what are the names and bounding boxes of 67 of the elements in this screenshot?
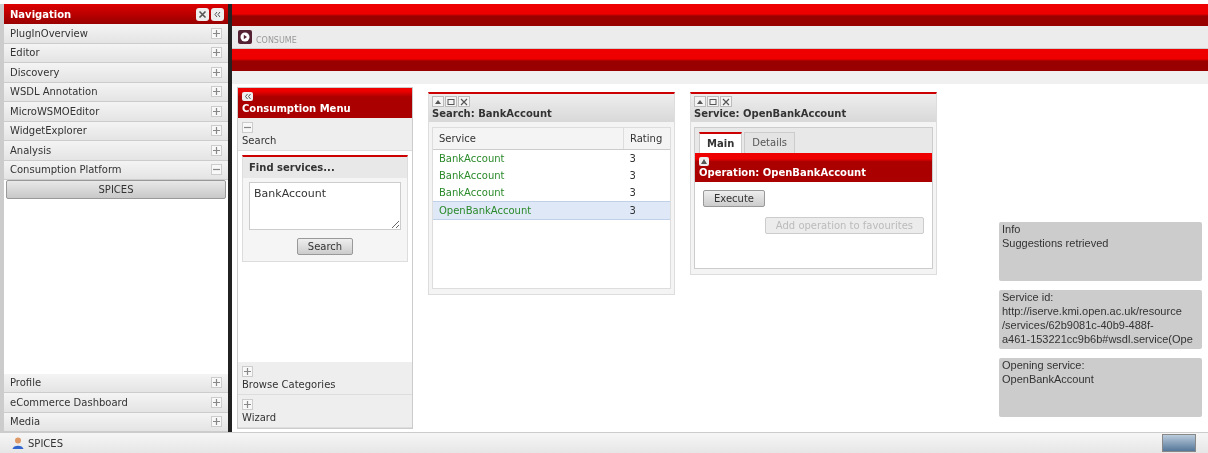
notification: Opening service: OpenBankAccount bbox=[999, 358, 1202, 417]
close-icon[interactable] bbox=[458, 96, 470, 107]
table-cell: 3 bbox=[623, 149, 670, 167]
expand-icon[interactable] bbox=[211, 27, 222, 39]
menu-title: Consumption Menu bbox=[242, 103, 352, 114]
close-icon[interactable] bbox=[720, 96, 732, 107]
expand-icon[interactable] bbox=[211, 125, 222, 137]
section-title: Search bbox=[242, 135, 278, 146]
collapse-icon[interactable] bbox=[242, 92, 253, 101]
nav-item[interactable]: Analysis bbox=[4, 141, 228, 161]
collapse-icon[interactable] bbox=[242, 122, 253, 133]
play-icon[interactable] bbox=[238, 30, 252, 44]
expand-icon[interactable] bbox=[211, 416, 222, 428]
expand-icon[interactable] bbox=[211, 66, 222, 78]
panel-title: Navigation bbox=[10, 8, 72, 20]
nav-item[interactable]: Discovery bbox=[4, 63, 228, 83]
collapse-icon[interactable] bbox=[432, 96, 444, 107]
expand-icon[interactable] bbox=[211, 86, 222, 98]
nav-item[interactable]: Editor bbox=[4, 43, 228, 63]
expand-icon[interactable] bbox=[211, 105, 222, 117]
column-header[interactable]: Service bbox=[433, 128, 624, 150]
expand-icon[interactable] bbox=[211, 377, 222, 389]
service-link[interactable]: BankAccount bbox=[433, 184, 624, 202]
nav-item[interactable]: PlugInOverview bbox=[4, 24, 228, 44]
table-cell: 3 bbox=[623, 184, 670, 202]
tab[interactable]: Main bbox=[699, 132, 743, 153]
panel-title: Service: OpenBankAccount bbox=[694, 108, 848, 119]
nav-item[interactable]: eCommerce Dashboard bbox=[4, 393, 228, 413]
nav-item[interactable]: WSDL Annotation bbox=[4, 82, 228, 102]
panel-title: Search: BankAccount bbox=[432, 108, 553, 119]
collapse-icon[interactable] bbox=[694, 96, 706, 107]
notification: Service id: http://iserve.kmi.open.ac.uk/resource /services/62b9081c-40b9-488f- a461-153221cc9b6b#wsdl.service(Ope bbox=[999, 290, 1202, 349]
search-button[interactable]: Search bbox=[296, 238, 354, 255]
desktop-icon[interactable] bbox=[1162, 434, 1196, 452]
expand-icon[interactable] bbox=[242, 399, 253, 410]
search-field[interactable]: BankAccount bbox=[249, 182, 401, 230]
notification: Info Suggestions retrieved bbox=[999, 222, 1202, 281]
section-title: Browse Categories bbox=[242, 379, 337, 390]
service-link[interactable]: BankAccount bbox=[433, 149, 624, 167]
nav-subitem[interactable]: SPICES bbox=[6, 180, 226, 199]
tab[interactable]: Details bbox=[744, 132, 795, 153]
collapse-icon[interactable] bbox=[699, 157, 709, 166]
nav-item[interactable]: WidgetExplorer bbox=[4, 121, 228, 141]
table-cell-text: 3 bbox=[628, 169, 637, 183]
nav-item[interactable]: Profile bbox=[4, 373, 228, 393]
service-link[interactable]: OpenBankAccount bbox=[433, 201, 624, 220]
expand-icon[interactable] bbox=[211, 144, 222, 156]
column-header[interactable]: Rating bbox=[623, 128, 670, 150]
expand-icon[interactable] bbox=[242, 366, 253, 377]
expand-icon[interactable] bbox=[211, 396, 222, 408]
section-title: Wizard bbox=[242, 412, 278, 423]
table-cell: 3 bbox=[623, 201, 670, 220]
user-icon bbox=[12, 437, 24, 449]
maximize-icon[interactable] bbox=[707, 96, 719, 107]
operation-title: Operation: OpenBankAccount bbox=[699, 167, 867, 178]
status-user: SPICES bbox=[28, 437, 63, 449]
nav-item[interactable]: Consumption Platform bbox=[4, 160, 228, 180]
execute-button[interactable]: Execute bbox=[703, 190, 765, 207]
collapse-icon[interactable] bbox=[211, 164, 222, 176]
service-link[interactable]: BankAccount bbox=[433, 167, 624, 184]
find-title: Find services... bbox=[243, 157, 407, 178]
nav-item[interactable]: Media bbox=[4, 412, 228, 432]
close-icon[interactable] bbox=[196, 7, 209, 21]
expand-icon[interactable] bbox=[211, 47, 222, 59]
maximize-icon[interactable] bbox=[445, 96, 457, 107]
collapse-icon[interactable] bbox=[211, 7, 224, 21]
nav-item[interactable]: MicroWSMOEditor bbox=[4, 102, 228, 122]
